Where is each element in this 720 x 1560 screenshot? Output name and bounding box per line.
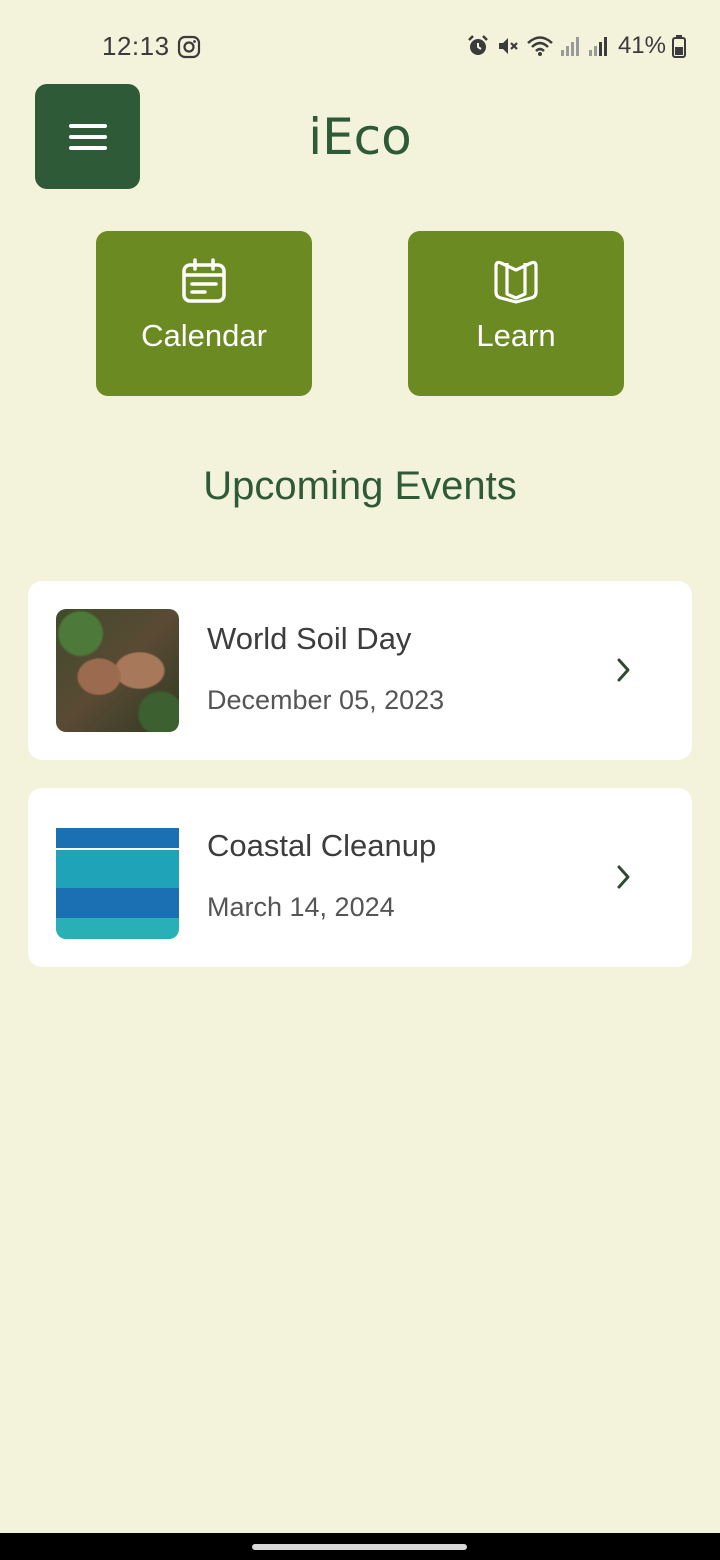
event-name: Coastal Cleanup <box>207 828 437 863</box>
learn-button[interactable]: Learn <box>408 231 624 396</box>
status-icons: 41% <box>466 32 686 60</box>
learn-button-label: Learn <box>476 318 556 353</box>
app-title: iEco <box>308 108 412 166</box>
event-card-coastal-cleanup[interactable]: Coastal Cleanup March 14, 2024 <box>28 788 692 967</box>
calendar-button[interactable]: Calendar <box>96 231 312 396</box>
status-bar: 12:13 41% <box>0 0 720 94</box>
status-time: 12:13 <box>102 31 170 61</box>
alarm-icon <box>468 35 488 55</box>
event-thumbnail <box>56 609 179 732</box>
upcoming-events-title: Upcoming Events <box>203 464 517 508</box>
event-thumbnail <box>56 816 179 939</box>
chevron-right-icon <box>617 865 630 889</box>
signal-icon <box>560 37 579 56</box>
calendar-icon <box>182 258 226 303</box>
home-gesture-handle[interactable] <box>252 1544 467 1550</box>
battery-icon <box>672 35 686 58</box>
signal-icon <box>588 37 607 56</box>
system-navigation-bar <box>0 1533 720 1560</box>
battery-percentage: 41% <box>617 32 666 59</box>
chevron-right-icon <box>617 658 630 682</box>
event-name: World Soil Day <box>207 621 412 656</box>
instagram-icon <box>177 35 201 59</box>
event-date: March 14, 2024 <box>207 892 395 922</box>
event-card-world-soil-day[interactable]: World Soil Day December 05, 2023 <box>28 581 692 760</box>
mute-icon <box>498 38 518 54</box>
book-icon <box>494 260 538 304</box>
wifi-icon <box>527 36 553 56</box>
event-date: December 05, 2023 <box>207 685 445 715</box>
calendar-button-label: Calendar <box>141 318 267 353</box>
